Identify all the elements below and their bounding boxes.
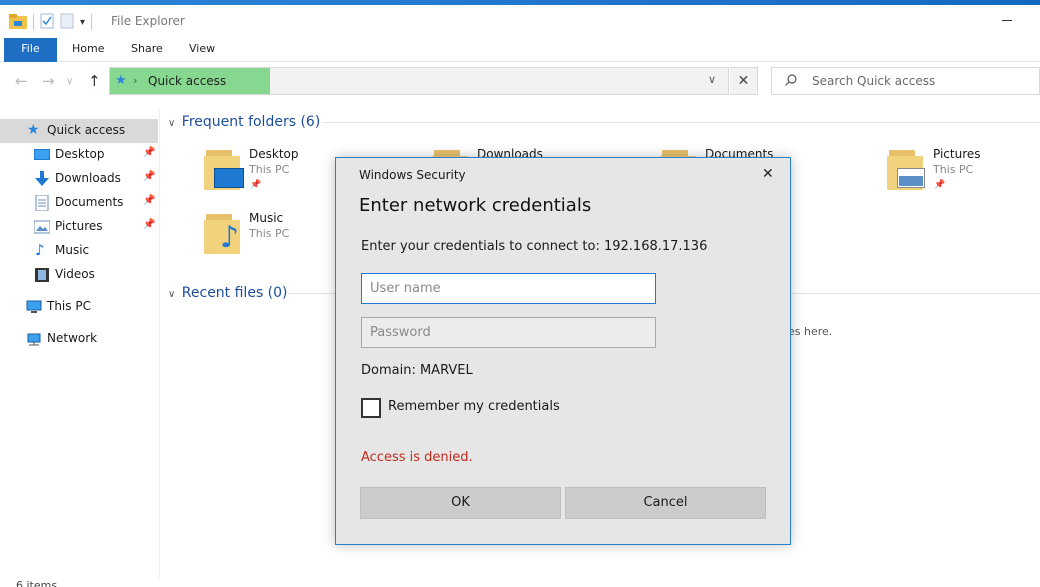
sidebar-item-music[interactable]: ♪ Music [0, 239, 158, 263]
recent-files-empty-hint: es here. [788, 325, 833, 338]
frequent-folders-header[interactable]: ∨ Frequent folders (6) [168, 114, 320, 130]
sidebar-item-label: Pictures [55, 219, 103, 233]
sidebar-item-label: Desktop [55, 147, 105, 161]
music-icon: ♪ [35, 241, 45, 259]
dialog-title: Enter network credentials [359, 195, 592, 216]
credentials-dialog: Windows Security ✕ Enter network credent… [335, 157, 791, 545]
address-bar[interactable]: ★ › Quick access ∨ [109, 67, 729, 95]
sidebar-item-network[interactable]: Network [0, 327, 158, 351]
close-icon[interactable]: ✕ [762, 166, 774, 182]
desktop-icon [34, 149, 50, 160]
customize-toolbar-dropdown-icon[interactable]: ▾ [80, 17, 85, 28]
tab-home[interactable]: Home [72, 38, 104, 62]
recent-files-header[interactable]: ∨ Recent files (0) [168, 285, 288, 301]
pin-icon[interactable]: 📌 [143, 219, 155, 230]
breadcrumb-chevron-icon[interactable]: › [133, 74, 137, 87]
dialog-caption: Windows Security [359, 168, 466, 182]
username-field[interactable] [361, 273, 656, 304]
file-explorer-icon[interactable] [9, 13, 27, 32]
address-dropdown-icon[interactable]: ∨ [708, 73, 716, 86]
sidebar-item-label: Quick access [47, 123, 126, 137]
recent-files-label: Recent files (0) [181, 285, 288, 301]
pin-icon: 📌 [934, 180, 946, 190]
forward-arrow-icon[interactable]: → [42, 72, 55, 90]
pin-icon[interactable]: 📌 [143, 171, 155, 182]
properties-icon[interactable] [40, 13, 54, 32]
recent-locations-chevron-icon[interactable]: ∨ [66, 76, 73, 87]
picture-icon [34, 220, 50, 234]
remember-credentials-checkbox[interactable] [361, 398, 381, 418]
dialog-prompt: Enter your credentials to connect to: 19… [361, 239, 708, 254]
up-arrow-icon[interactable]: ↑ [88, 72, 101, 90]
video-icon [35, 268, 49, 282]
pin-icon: 📌 [250, 180, 262, 190]
folder-name[interactable]: Desktop [249, 147, 299, 161]
tab-view[interactable]: View [189, 38, 215, 62]
clear-address-button[interactable]: ✕ [730, 67, 758, 95]
toolbar-separator [91, 14, 93, 30]
domain-label: Domain: MARVEL [361, 363, 473, 378]
desktop-folder-icon[interactable] [204, 150, 244, 190]
sidebar-item-downloads[interactable]: Downloads 📌 [0, 167, 158, 191]
cancel-button[interactable]: Cancel [565, 487, 766, 519]
sidebar-item-this-pc[interactable]: This PC [0, 295, 158, 319]
pin-icon[interactable]: 📌 [143, 195, 155, 206]
quick-access-toolbar: ▾ [9, 12, 93, 32]
sidebar-item-label: Videos [55, 267, 95, 281]
error-message: Access is denied. [361, 450, 473, 465]
title-bar: ▾ File Explorer [0, 0, 1040, 38]
network-icon [27, 333, 41, 346]
toolbar-separator [33, 14, 34, 30]
minimize-button[interactable] [1002, 20, 1012, 21]
computer-icon [26, 300, 42, 313]
sidebar-item-pictures[interactable]: Pictures 📌 [0, 215, 158, 239]
folder-name[interactable]: Music [249, 211, 283, 225]
tab-share[interactable]: Share [131, 38, 163, 62]
download-icon [35, 171, 49, 186]
document-icon [35, 195, 49, 211]
search-input[interactable]: Search Quick access [812, 74, 935, 88]
ribbon-tabs: File Home Share View [0, 38, 1040, 62]
sidebar-item-label: Music [55, 243, 90, 257]
status-item-count: 6 items [16, 579, 58, 587]
password-field[interactable] [361, 317, 656, 348]
collapse-chevron-icon[interactable]: ∨ [168, 118, 175, 129]
sidebar-item-documents[interactable]: Documents 📌 [0, 191, 158, 215]
sidebar-item-label: Documents [55, 195, 124, 209]
back-arrow-icon[interactable]: ← [15, 72, 28, 90]
frequent-folders-label: Frequent folders (6) [181, 114, 321, 130]
search-icon [785, 74, 797, 86]
window-accent-line [0, 0, 1040, 5]
navigation-pane: ★ Quick access Desktop 📌 Downloads 📌 Doc… [0, 108, 160, 578]
breadcrumb-quick-access[interactable]: Quick access [148, 74, 226, 88]
search-box[interactable]: Search Quick access [771, 67, 1040, 95]
sidebar-item-label: Network [47, 331, 98, 345]
folder-name[interactable]: Pictures [933, 147, 981, 161]
tab-file[interactable]: File [4, 38, 57, 62]
sidebar-item-label: Downloads [55, 171, 121, 185]
folder-location: This PC [933, 163, 974, 176]
section-divider [322, 122, 1040, 123]
collapse-chevron-icon[interactable]: ∨ [168, 289, 175, 300]
sidebar-item-videos[interactable]: Videos [0, 263, 158, 287]
folder-location: This PC [249, 163, 290, 176]
sidebar-item-quick-access[interactable]: ★ Quick access [0, 119, 158, 143]
quick-access-star-icon: ★ [115, 73, 127, 88]
new-folder-icon[interactable] [60, 13, 74, 32]
pin-icon[interactable]: 📌 [143, 147, 155, 158]
remember-credentials-label[interactable]: Remember my credentials [388, 399, 560, 414]
folder-location: This PC [249, 227, 290, 240]
pictures-folder-icon[interactable] [887, 150, 925, 190]
ok-button[interactable]: OK [360, 487, 561, 519]
window-title: File Explorer [111, 14, 185, 28]
sidebar-item-label: This PC [47, 299, 91, 313]
sidebar-item-desktop[interactable]: Desktop 📌 [0, 143, 158, 167]
star-icon: ★ [27, 122, 40, 138]
music-folder-icon[interactable]: ♪ [204, 214, 240, 255]
